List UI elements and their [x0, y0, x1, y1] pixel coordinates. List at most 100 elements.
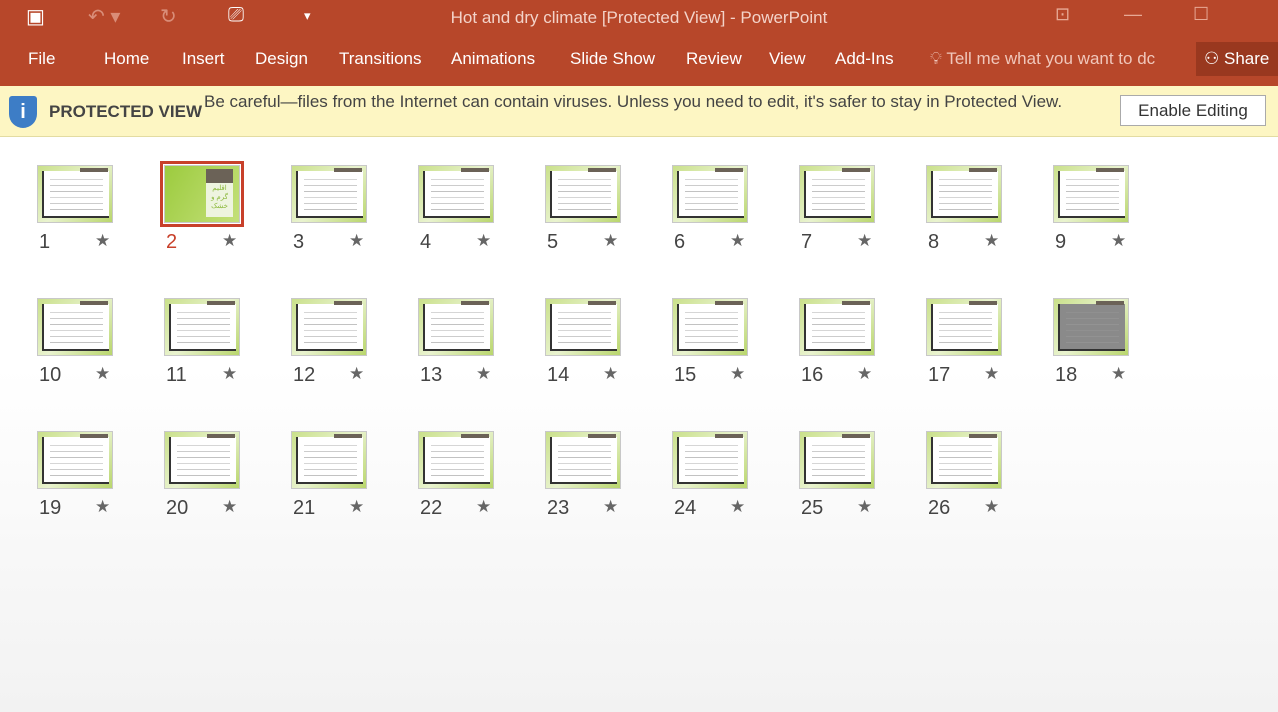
slide-thumbnail-23[interactable]: 23 ★: [545, 431, 655, 531]
animation-star-icon[interactable]: ★: [857, 497, 872, 517]
slide-thumbnail-17[interactable]: 17 ★: [926, 298, 1036, 398]
slide-thumbnail-4[interactable]: 4 ★: [418, 165, 528, 265]
slide-preview[interactable]: [418, 298, 494, 356]
tab-transitions[interactable]: Transitions: [339, 49, 422, 69]
slide-thumbnail-3[interactable]: 3 ★: [291, 165, 401, 265]
slide-thumbnail-1[interactable]: 1 ★: [37, 165, 147, 265]
share-button[interactable]: ⚇ Share: [1196, 42, 1278, 76]
slide-preview[interactable]: [37, 431, 113, 489]
slide-preview[interactable]: [545, 431, 621, 489]
slide-preview[interactable]: [37, 165, 113, 223]
slide-thumbnail-9[interactable]: 9 ★: [1053, 165, 1163, 265]
animation-star-icon[interactable]: ★: [603, 497, 618, 517]
tab-home[interactable]: Home: [104, 49, 149, 69]
animation-star-icon[interactable]: ★: [222, 364, 237, 384]
minimize-icon[interactable]: —: [1124, 4, 1142, 25]
maximize-icon[interactable]: ☐: [1193, 4, 1209, 25]
slide-thumbnail-12[interactable]: 12 ★: [291, 298, 401, 398]
animation-star-icon[interactable]: ★: [603, 364, 618, 384]
animation-star-icon[interactable]: ★: [730, 364, 745, 384]
tab-insert[interactable]: Insert: [182, 49, 225, 69]
tab-design[interactable]: Design: [255, 49, 308, 69]
slide-thumbnail-19[interactable]: 19 ★: [37, 431, 147, 531]
slide-thumbnail-13[interactable]: 13 ★: [418, 298, 528, 398]
animation-star-icon[interactable]: ★: [95, 364, 110, 384]
animation-star-icon[interactable]: ★: [476, 497, 491, 517]
tab-view[interactable]: View: [769, 49, 806, 69]
slide-thumbnail-16[interactable]: 16 ★: [799, 298, 909, 398]
slide-thumbnail-21[interactable]: 21 ★: [291, 431, 401, 531]
slide-preview[interactable]: [1053, 298, 1129, 356]
tab-slide-show[interactable]: Slide Show: [570, 49, 655, 69]
animation-star-icon[interactable]: ★: [603, 231, 618, 251]
shield-info-icon: i: [9, 96, 37, 128]
slide-thumbnail-8[interactable]: 8 ★: [926, 165, 1036, 265]
slide-thumbnail-24[interactable]: 24 ★: [672, 431, 782, 531]
animation-star-icon[interactable]: ★: [857, 231, 872, 251]
slide-preview[interactable]: [672, 298, 748, 356]
slide-thumbnail-20[interactable]: 20 ★: [164, 431, 274, 531]
animation-star-icon[interactable]: ★: [1111, 364, 1126, 384]
slide-preview[interactable]: [1053, 165, 1129, 223]
slide-thumbnail-7[interactable]: 7 ★: [799, 165, 909, 265]
slide-thumbnail-25[interactable]: 25 ★: [799, 431, 909, 531]
slide-preview[interactable]: [291, 298, 367, 356]
slide-thumbnail-14[interactable]: 14 ★: [545, 298, 655, 398]
tell-me-search[interactable]: 💡︎ Tell me what you want to dc: [930, 49, 1155, 69]
slide-preview[interactable]: [164, 298, 240, 356]
animation-star-icon[interactable]: ★: [857, 364, 872, 384]
slide-thumbnail-15[interactable]: 15 ★: [672, 298, 782, 398]
animation-star-icon[interactable]: ★: [730, 231, 745, 251]
slide-preview[interactable]: [926, 165, 1002, 223]
slide-preview[interactable]: [418, 431, 494, 489]
tab-review[interactable]: Review: [686, 49, 742, 69]
animation-star-icon[interactable]: ★: [1111, 231, 1126, 251]
slide-preview[interactable]: [545, 165, 621, 223]
slide-preview[interactable]: [926, 431, 1002, 489]
add-person-icon: ⚇: [1204, 49, 1220, 68]
animation-star-icon[interactable]: ★: [730, 497, 745, 517]
enable-editing-button[interactable]: Enable Editing: [1120, 95, 1266, 126]
slide-preview[interactable]: [799, 431, 875, 489]
tab-add-ins[interactable]: Add-Ins: [835, 49, 894, 69]
animation-star-icon[interactable]: ★: [95, 497, 110, 517]
tab-animations[interactable]: Animations: [451, 49, 535, 69]
slide-thumbnail-18[interactable]: 18 ★: [1053, 298, 1163, 398]
animation-star-icon[interactable]: ★: [476, 231, 491, 251]
animation-star-icon[interactable]: ★: [222, 497, 237, 517]
slide-preview[interactable]: [926, 298, 1002, 356]
animation-star-icon[interactable]: ★: [349, 364, 364, 384]
animation-star-icon[interactable]: ★: [222, 231, 237, 251]
slide-preview[interactable]: [672, 431, 748, 489]
slide-thumbnail-22[interactable]: 22 ★: [418, 431, 528, 531]
share-label: Share: [1223, 49, 1270, 68]
animation-star-icon[interactable]: ★: [349, 497, 364, 517]
animation-star-icon[interactable]: ★: [984, 497, 999, 517]
slide-number: 26: [928, 497, 951, 519]
slide-preview[interactable]: [672, 165, 748, 223]
animation-star-icon[interactable]: ★: [349, 231, 364, 251]
slide-preview[interactable]: [291, 165, 367, 223]
slide-thumbnail-26[interactable]: 26 ★: [926, 431, 1036, 531]
protected-view-label: PROTECTED VIEW: [49, 102, 203, 121]
slide-preview[interactable]: [164, 431, 240, 489]
animation-star-icon[interactable]: ★: [984, 231, 999, 251]
slide-preview[interactable]: اقلیم گرم و خشک: [160, 161, 244, 227]
slide-number: 8: [928, 231, 940, 253]
ribbon-display-icon[interactable]: ⊡: [1055, 4, 1070, 25]
tab-file[interactable]: File: [28, 49, 55, 69]
slide-preview[interactable]: [37, 298, 113, 356]
slide-thumbnail-6[interactable]: 6 ★: [672, 165, 782, 265]
slide-preview[interactable]: [799, 165, 875, 223]
slide-preview[interactable]: [291, 431, 367, 489]
animation-star-icon[interactable]: ★: [984, 364, 999, 384]
slide-preview[interactable]: [545, 298, 621, 356]
slide-thumbnail-10[interactable]: 10 ★: [37, 298, 147, 398]
slide-thumbnail-5[interactable]: 5 ★: [545, 165, 655, 265]
slide-preview[interactable]: [418, 165, 494, 223]
slide-thumbnail-11[interactable]: 11 ★: [164, 298, 274, 398]
slide-thumbnail-2[interactable]: اقلیم گرم و خشک 2 ★: [160, 161, 274, 265]
animation-star-icon[interactable]: ★: [95, 231, 110, 251]
animation-star-icon[interactable]: ★: [476, 364, 491, 384]
slide-preview[interactable]: [799, 298, 875, 356]
